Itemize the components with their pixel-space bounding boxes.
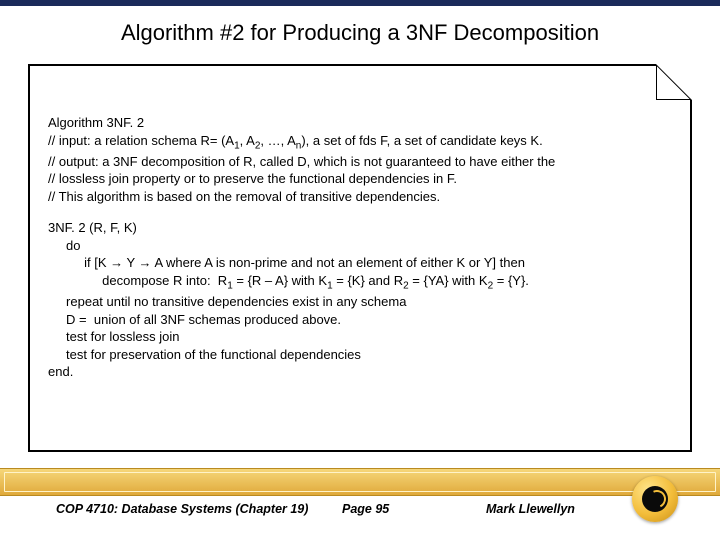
gold-band-inner [4,472,716,492]
algo-line: // output: a 3NF decomposition of R, cal… [48,153,672,171]
body-line: do [48,237,672,255]
footer-strip: COP 4710: Database Systems (Chapter 19) … [0,496,720,540]
algo-line: // lossless join property or to preserve… [48,170,672,188]
logo-inner-icon [642,486,668,512]
gold-band [0,468,720,496]
footer-page: Page 95 [342,502,389,516]
body-line: test for preservation of the functional … [48,346,672,364]
body-line: decompose R into: R1 = {R – A} with K1 =… [48,272,672,293]
dog-ear-icon [656,64,692,100]
algo-line: Algorithm 3NF. 2 [48,114,672,132]
footer: COP 4710: Database Systems (Chapter 19) … [0,468,720,540]
algo-body-block: 3NF. 2 (R, F, K) do if [K → Y → A where … [48,219,672,380]
body-line: repeat until no transitive dependencies … [48,293,672,311]
algo-header-block: Algorithm 3NF. 2 // input: a relation sc… [48,114,672,205]
footer-course: COP 4710: Database Systems (Chapter 19) [56,502,308,516]
algo-line: // This algorithm is based on the remova… [48,188,672,206]
algo-line: // input: a relation schema R= (A1, A2, … [48,132,672,153]
body-line: test for lossless join [48,328,672,346]
body-line: D = union of all 3NF schemas produced ab… [48,311,672,329]
footer-author: Mark Llewellyn [486,502,575,516]
university-logo [632,476,678,522]
slide-title: Algorithm #2 for Producing a 3NF Decompo… [0,6,720,56]
body-line: if [K → Y → A where A is non-prime and n… [48,254,672,272]
content-box: Algorithm 3NF. 2 // input: a relation sc… [28,64,692,452]
body-line: end. [48,363,672,381]
body-line: 3NF. 2 (R, F, K) [48,219,672,237]
content-inner: Algorithm 3NF. 2 // input: a relation sc… [30,66,690,393]
